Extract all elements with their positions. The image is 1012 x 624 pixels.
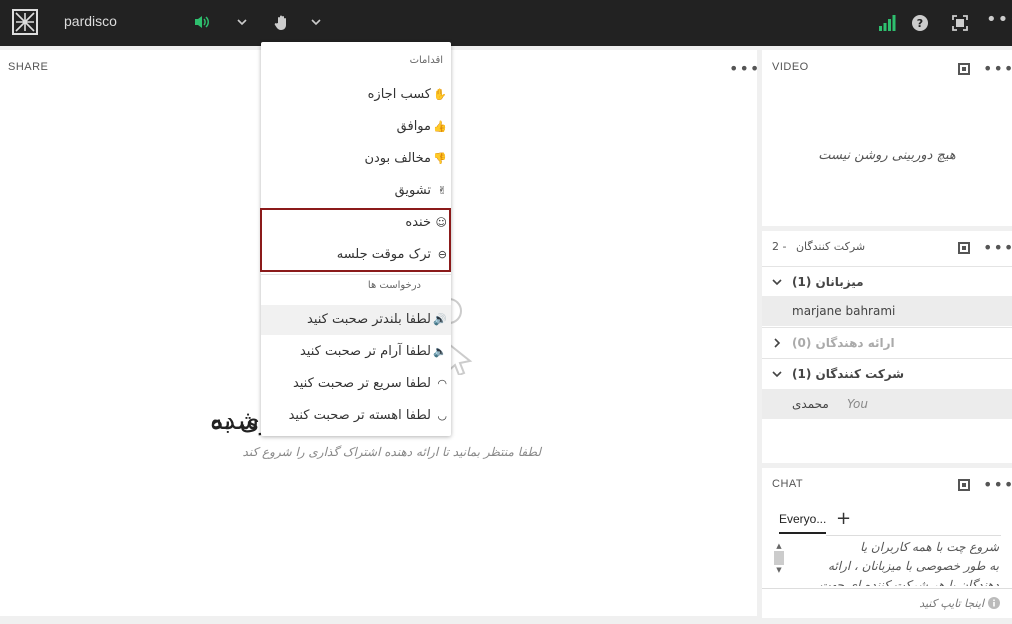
volume-up-icon: 🔊 — [433, 313, 447, 326]
scroll-thumb[interactable] — [774, 551, 784, 565]
menu-item-applause[interactable]: ✌ تشویق — [261, 176, 451, 206]
speed-down-icon: ◡ — [437, 409, 447, 422]
menu-item-label: تشویق — [394, 183, 431, 198]
participants-options-icon[interactable]: ••• — [983, 240, 1012, 256]
share-options-icon[interactable]: ••• — [729, 61, 760, 77]
menu-item-label: کسب اجازه — [367, 87, 431, 102]
menu-item-speak-quieter[interactable]: 🔈 لطفا آرام تر صحبت کنید — [261, 337, 451, 367]
share-empty-title-tail: شده — [210, 406, 260, 436]
chat-input[interactable]: اینجا تایپ کنید — [774, 597, 984, 610]
participant-name: محمدی — [792, 397, 829, 411]
audio-chevron-down-icon[interactable] — [237, 14, 247, 35]
menu-item-raise-hand[interactable]: ✋ کسب اجازه — [261, 80, 451, 110]
fullscreen-icon[interactable] — [951, 14, 969, 37]
chat-expand-icon[interactable] — [958, 479, 970, 491]
group-presenters-label: ارائه دهندگان (0) — [792, 336, 895, 350]
chevron-right-icon — [774, 338, 781, 348]
chat-intro-message: شروع چت با همه کاربران یا به طور خصوصی ب… — [792, 538, 999, 586]
menu-item-label: لطفا سریع تر صحبت کنید — [292, 376, 431, 391]
add-chat-tab-icon[interactable]: + — [836, 508, 851, 529]
connection-signal-icon[interactable] — [878, 14, 896, 37]
menu-item-disagree[interactable]: 👎 مخالف بودن — [261, 144, 451, 174]
chat-tab-everyone[interactable]: Everyo... — [779, 512, 827, 534]
menu-item-label: لطفا بلندتر صحبت کنید — [307, 312, 431, 327]
menu-item-label: لطفا آرام تر صحبت کنید — [299, 344, 431, 359]
participants-expand-icon[interactable] — [958, 242, 970, 254]
menu-item-speak-slower[interactable]: ◡ لطفا اهسته تر صحبت کنید — [261, 401, 451, 431]
svg-text:?: ? — [917, 17, 923, 30]
scroll-down-icon[interactable]: ▼ — [774, 566, 784, 574]
speaker-icon[interactable] — [193, 14, 211, 35]
video-options-icon[interactable]: ••• — [983, 61, 1012, 77]
group-attendees-row[interactable]: شرکت کنندگان (1) — [762, 358, 1012, 388]
participants-header: 2 - شرکت کنندگان — [772, 240, 865, 253]
info-icon — [988, 597, 1000, 609]
menu-item-label: مخالف بودن — [364, 151, 431, 166]
chevron-down-icon — [772, 371, 782, 378]
share-panel-title: SHARE — [8, 61, 49, 73]
app-brand: pardisco — [64, 13, 117, 29]
top-bar: pardisco ? ••• — [0, 0, 1012, 46]
menu-item-label: موافق — [396, 119, 431, 134]
clap-icon: ✌ — [437, 184, 447, 197]
participant-row[interactable]: محمدی You — [762, 389, 1012, 419]
participant-row[interactable]: marjane bahrami — [762, 296, 1012, 326]
participants-title: شرکت کنندگان — [795, 240, 866, 253]
volume-down-icon: 🔈 — [433, 345, 447, 358]
group-presenters-row[interactable]: ارائه دهندگان (0) — [762, 327, 1012, 357]
menu-item-speak-faster[interactable]: ◠ لطفا سریع تر صحبت کنید — [261, 369, 451, 399]
chat-options-icon[interactable]: ••• — [983, 477, 1012, 493]
participant-you-tag: You — [847, 397, 868, 411]
chat-scrollbar[interactable]: ▲ ▼ — [774, 542, 784, 582]
reactions-chevron-down-icon[interactable] — [311, 14, 321, 35]
no-camera-message: هیچ دوربینی روشن نیست — [818, 148, 956, 163]
chevron-down-icon — [772, 279, 782, 286]
participants-panel: 2 - شرکت کنندگان ••• میزبانان (1) marjan… — [762, 231, 1012, 463]
video-expand-icon[interactable] — [958, 63, 970, 75]
help-icon[interactable]: ? — [911, 14, 929, 37]
menu-item-speak-louder[interactable]: 🔊 لطفا بلندتر صحبت کنید — [261, 305, 451, 335]
more-options-icon[interactable]: ••• — [986, 11, 1012, 29]
chat-input-bar: اینجا تایپ کنید — [762, 588, 1012, 618]
thumbs-down-icon: 👎 — [433, 152, 447, 165]
chat-intro-line: به طور خصوصی با میزبانان ، ارائه — [828, 559, 999, 573]
chat-intro-line: دهندگان یا هر شرکت کننده ای جهت — [819, 578, 999, 586]
thumbs-up-icon: 👍 — [433, 120, 447, 133]
chat-panel-title: CHAT — [772, 478, 804, 490]
menu-item-agree[interactable]: 👍 موافق — [261, 112, 451, 142]
participant-name: marjane bahrami — [792, 304, 896, 318]
share-empty-subtitle: لطفا منتظر بمانید تا ارائه دهنده اشتراک … — [242, 445, 541, 459]
group-hosts-label: میزبانان (1) — [792, 275, 864, 289]
video-panel: VIDEO ••• هیچ دوربینی روشن نیست — [762, 50, 1012, 226]
menu-requests-header: درخواست ها — [367, 280, 421, 291]
group-attendees-label: شرکت کنندگان (1) — [792, 367, 905, 381]
chat-panel: CHAT ••• Everyo... + ▲ ▼ شروع چت با همه … — [762, 468, 1012, 618]
menu-actions-header: اقدامات — [409, 55, 443, 66]
chat-intro-line: شروع چت با همه کاربران یا — [860, 540, 999, 554]
raise-hand-icon[interactable] — [273, 14, 291, 37]
video-panel-title: VIDEO — [772, 61, 809, 73]
app-logo-icon — [12, 9, 38, 35]
hand-icon: ✋ — [433, 88, 447, 101]
menu-divider — [261, 274, 451, 275]
chat-tab-divider — [826, 535, 1001, 536]
speed-up-icon: ◠ — [437, 377, 447, 390]
participants-count: 2 - — [772, 240, 787, 253]
highlight-box — [260, 208, 451, 272]
scroll-up-icon[interactable]: ▲ — [774, 542, 784, 550]
group-hosts-row[interactable]: میزبانان (1) — [762, 266, 1012, 296]
menu-item-label: لطفا اهسته تر صحبت کنید — [288, 408, 431, 423]
